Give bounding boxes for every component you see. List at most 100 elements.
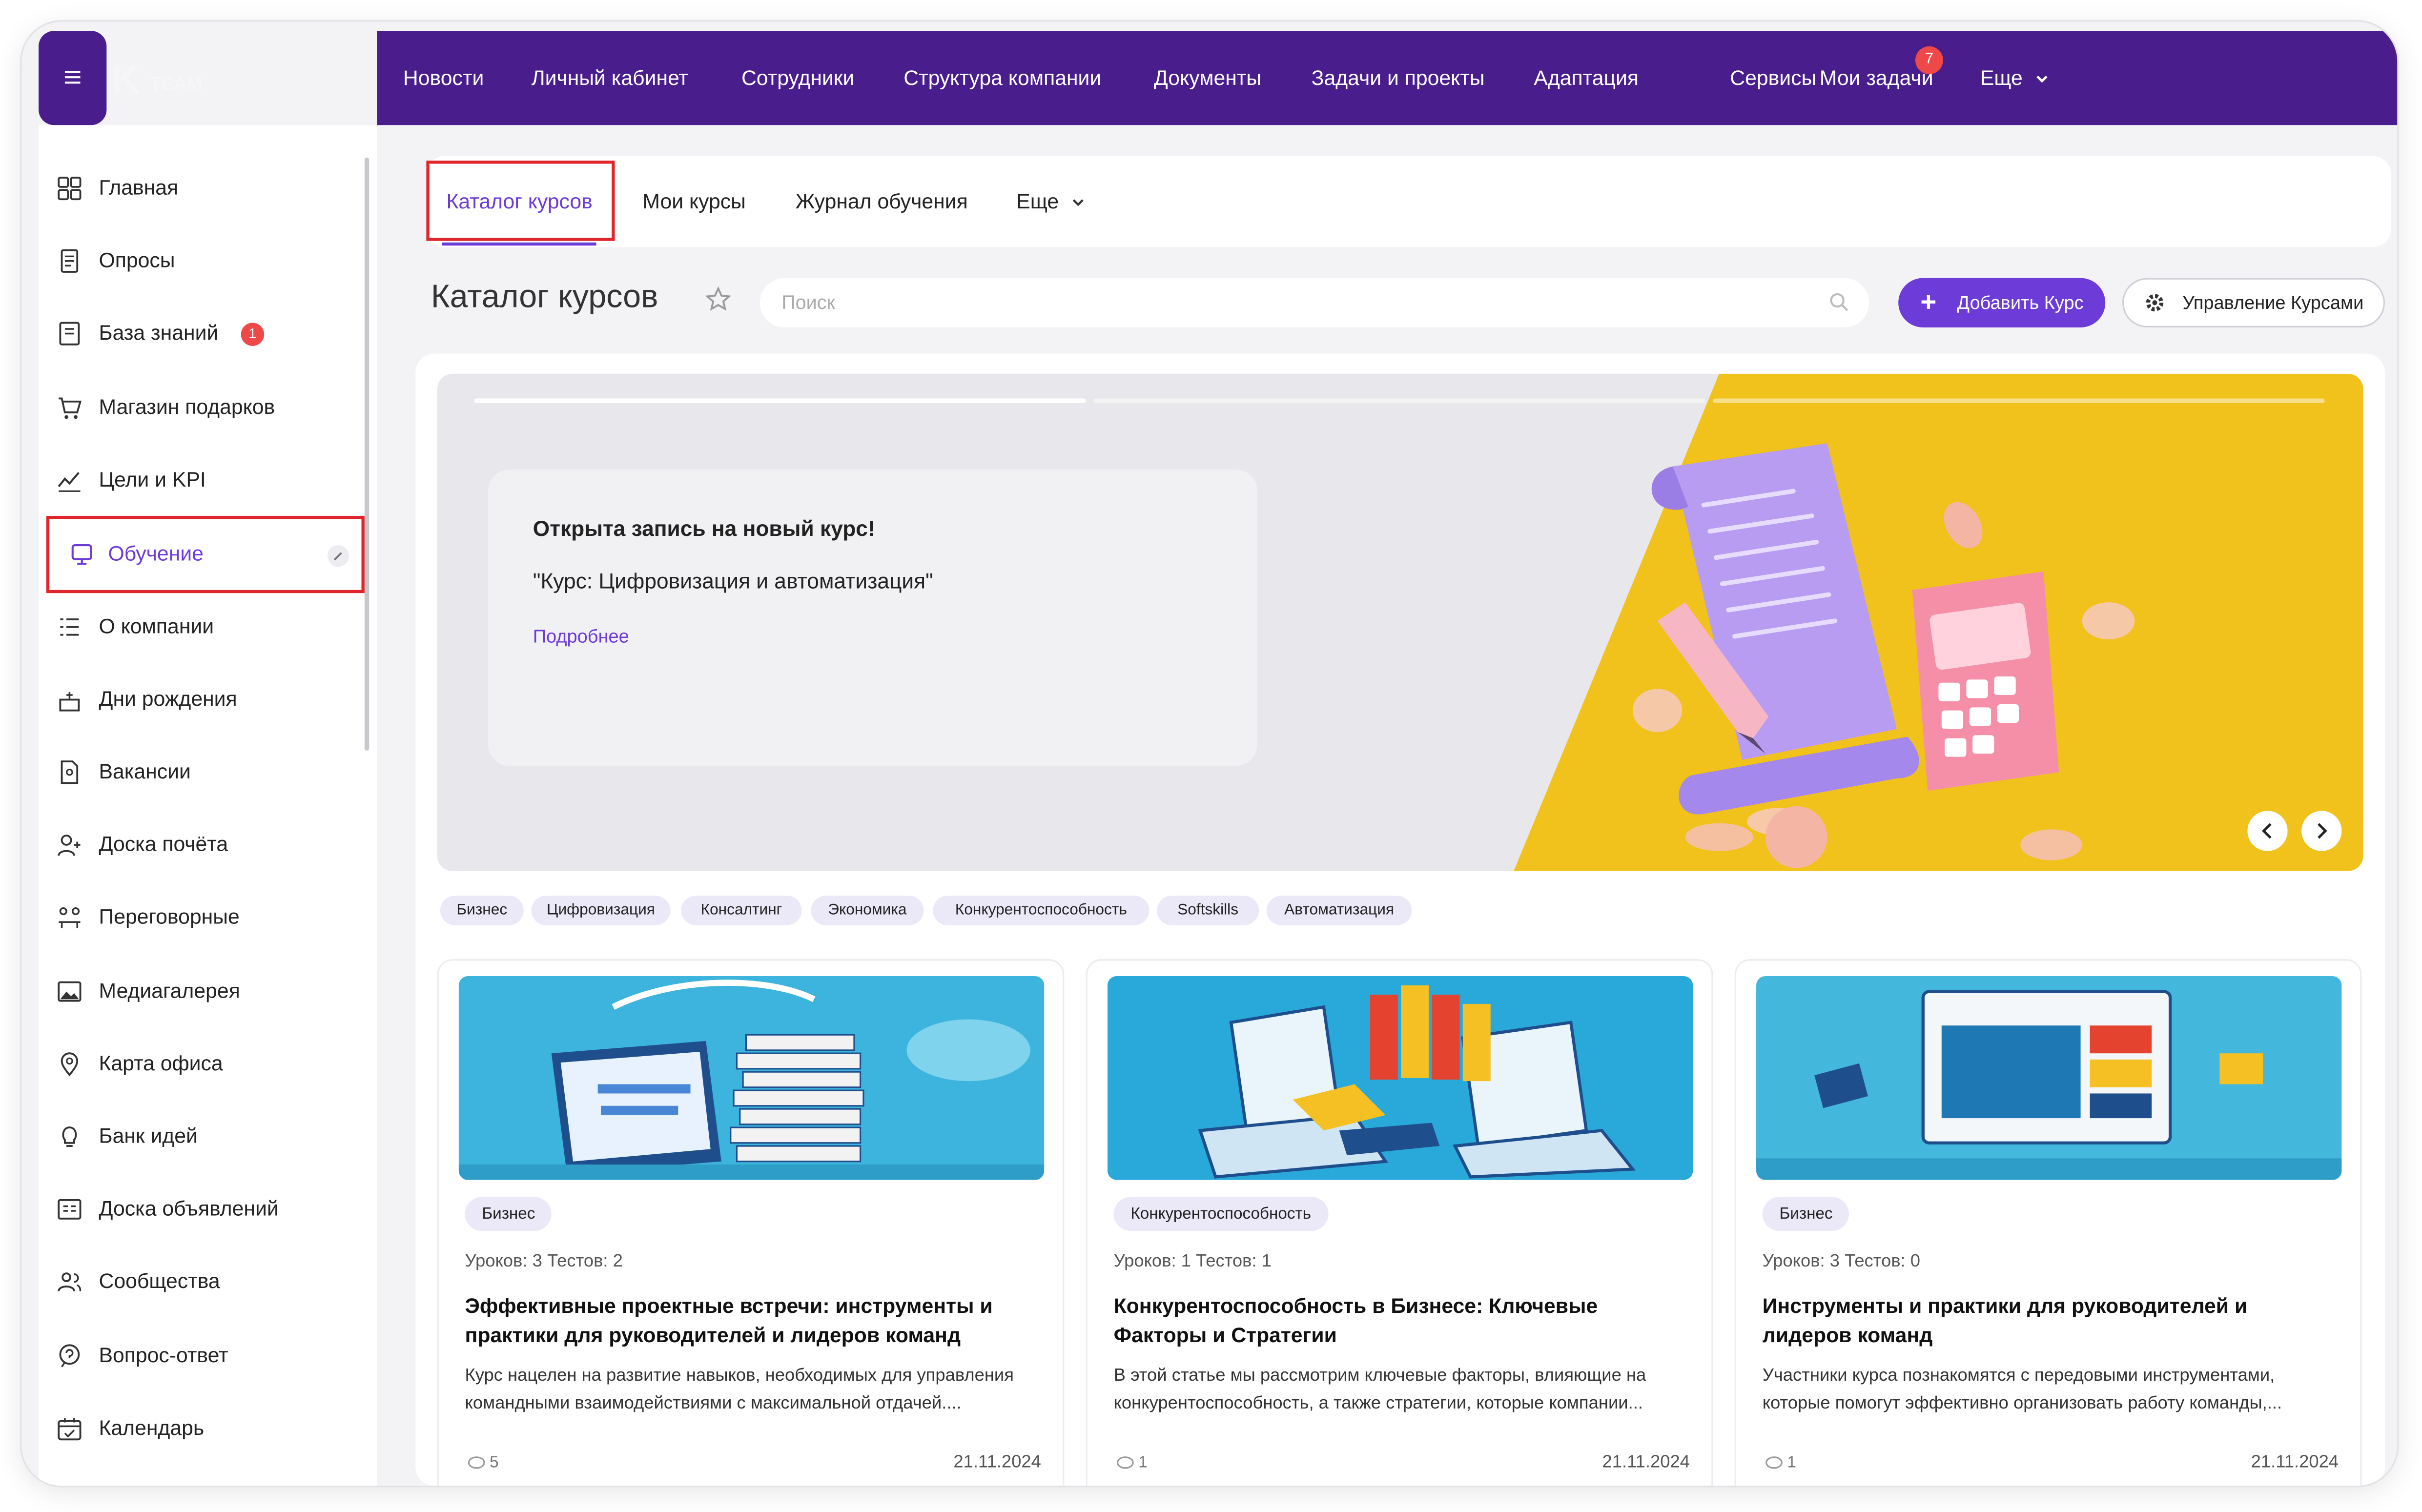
sidebar-item-calendar[interactable]: Календарь	[39, 1399, 377, 1461]
course-title[interactable]: Эффективные проектные встречи: инструмен…	[465, 1291, 1040, 1350]
sidebar-item-birthdays[interactable]: Дни рождения	[39, 670, 377, 732]
sidebar-item-label: Вопрос-ответ	[99, 1344, 228, 1367]
filter-tag-consulting[interactable]: Консалтинг	[681, 896, 802, 925]
nav-documents[interactable]: Документы	[1154, 31, 1261, 125]
meeting-icon	[59, 907, 81, 928]
sidebar-item-knowledge-base[interactable]: База знаний 1	[39, 304, 377, 366]
filter-tag-economics[interactable]: Экономика	[811, 896, 924, 925]
sidebar-item-media-gallery[interactable]: Медиагалерея	[39, 962, 377, 1024]
filter-tag-digitalization[interactable]: Цифровизация	[531, 896, 671, 925]
promo-banner[interactable]: Открыта запись на новый курс! "Курс: Циф…	[437, 373, 2363, 871]
tab-more[interactable]: Еще	[1016, 156, 1086, 247]
sidebar-item-surveys[interactable]: Опросы	[39, 232, 377, 294]
sidebar-item-home[interactable]: Главная	[39, 159, 377, 221]
carousel-next-button[interactable]	[2301, 811, 2342, 851]
sidebar-item-about-company[interactable]: О компании	[39, 598, 377, 660]
chevron-right-icon	[2318, 823, 2327, 839]
filter-tag-softskills[interactable]: Softskills	[1157, 896, 1259, 925]
tab-bar: Каталог курсов Мои курсы Журнал обучения…	[426, 156, 2391, 247]
manage-courses-button[interactable]: Управление Курсами	[2122, 278, 2385, 327]
catalog-panel: Открыта запись на новый курс! "Курс: Циф…	[415, 353, 2385, 1486]
course-image	[1756, 976, 2342, 1180]
sidebar-item-qa[interactable]: Вопрос-ответ	[39, 1327, 377, 1389]
add-course-label: Добавить Курс	[1957, 292, 2084, 314]
nav-company-structure[interactable]: Структура компании	[903, 31, 1101, 125]
lightbulb-icon	[62, 1126, 77, 1147]
logo-text: TEAM	[149, 73, 203, 95]
sidebar-item-goals-kpi[interactable]: Цели и KPI	[39, 451, 377, 513]
views-count: 5	[490, 1453, 499, 1472]
list-icon	[60, 618, 79, 636]
nav-tasks-projects[interactable]: Задачи и проекты	[1312, 31, 1485, 125]
nav-personal-cabinet[interactable]: Личный кабинет	[532, 31, 688, 125]
home-grid-icon	[58, 177, 82, 201]
search-input[interactable]: Поиск	[759, 278, 1869, 327]
gear-icon	[2146, 294, 2164, 311]
chevron-down-icon	[2037, 76, 2048, 83]
sidebar-item-meeting-rooms[interactable]: Переговорные	[39, 888, 377, 950]
tab-learning-journal[interactable]: Журнал обучения	[796, 156, 968, 247]
hamburger-menu-button[interactable]	[39, 31, 106, 125]
cake-icon	[59, 692, 80, 712]
carousel-prev-button[interactable]	[2247, 811, 2288, 851]
nav-my-tasks[interactable]: Мои задачи	[1820, 31, 1933, 125]
eye-icon	[1765, 1456, 1783, 1470]
sidebar-item-label: Доска почёта	[99, 832, 228, 856]
add-course-button[interactable]: Добавить Курс	[1898, 278, 2106, 327]
sidebar-item-gift-shop[interactable]: Магазин подарков	[39, 378, 377, 440]
nav-services[interactable]: Сервисы	[1730, 31, 1816, 125]
page-title: Каталог курсов	[431, 279, 658, 315]
course-card[interactable]: Бизнес Уроков: 3 Тестов: 0 Инструменты и…	[1734, 959, 2362, 1486]
sidebar: Главная Опросы База знаний 1 Магазин под…	[39, 125, 377, 1486]
course-card[interactable]: Бизнес Уроков: 3 Тестов: 2 Эффективные п…	[437, 959, 1065, 1486]
slide-indicator-3[interactable]	[1713, 398, 2325, 403]
active-tab-underline	[442, 242, 596, 246]
filter-tag-business[interactable]: Бизнес	[440, 896, 524, 925]
nav-employees[interactable]: Сотрудники	[741, 31, 854, 125]
course-image	[458, 976, 1045, 1180]
course-meta: Уроков: 3 Тестов: 0	[1762, 1252, 1921, 1271]
sidebar-item-office-map[interactable]: Карта офиса	[39, 1035, 377, 1097]
eye-icon	[1116, 1456, 1134, 1470]
course-description: В этой статье мы рассмотрим ключевые фак…	[1113, 1367, 1646, 1413]
sidebar-item-label: Карта офиса	[99, 1052, 223, 1075]
manage-courses-label: Управление Курсами	[2182, 292, 2364, 314]
tasks-count-badge: 7	[1915, 46, 1943, 74]
sidebar-item-honor-board[interactable]: Доска почёта	[39, 816, 377, 878]
course-card[interactable]: Конкурентоспособность Уроков: 1 Тестов: …	[1086, 959, 1713, 1486]
filter-tag-competitiveness[interactable]: Конкурентоспособность	[933, 896, 1149, 925]
course-tag: Конкурентоспособность	[1113, 1197, 1328, 1231]
promo-heading: Открыта запись на новый курс!	[533, 515, 875, 541]
sidebar-item-label: О компании	[99, 614, 214, 638]
kpi-icon	[58, 471, 81, 492]
course-views: 5	[468, 1453, 499, 1472]
nav-news[interactable]: Новости	[403, 31, 484, 125]
sidebar-item-label: Переговорные	[99, 905, 240, 928]
sidebar-item-communities[interactable]: Сообщества	[39, 1252, 377, 1314]
course-date: 21.11.2024	[953, 1453, 1041, 1472]
course-meta: Уроков: 3 Тестов: 2	[465, 1252, 623, 1271]
sidebar-item-bulletin-board[interactable]: Доска объявлений	[39, 1180, 377, 1242]
course-title[interactable]: Конкурентоспособность в Бизнесе: Ключевы…	[1114, 1291, 1688, 1350]
sidebar-scrollbar[interactable]	[364, 157, 369, 751]
course-title[interactable]: Инструменты и практики для руководителей…	[1763, 1291, 2337, 1350]
tab-my-courses[interactable]: Мои курсы	[642, 156, 745, 247]
slide-indicator-2[interactable]	[1093, 398, 1705, 403]
main-content: Каталог курсов Мои курсы Журнал обучения…	[377, 125, 2398, 1486]
course-views: 1	[1765, 1453, 1796, 1472]
chevron-down-icon	[1073, 200, 1084, 207]
sidebar-item-vacancies[interactable]: Вакансии	[39, 743, 377, 805]
promo-course-name: "Курс: Цифровизация и автоматизация"	[533, 568, 933, 593]
course-description: Курс нацелен на развитие навыков, необхо…	[465, 1367, 1014, 1413]
nav-more[interactable]: Еще	[1980, 31, 2050, 125]
promo-more-link[interactable]: Подробнее	[533, 626, 629, 647]
knowledge-badge: 1	[241, 323, 265, 346]
sidebar-item-idea-bank[interactable]: Банк идей	[39, 1107, 377, 1169]
tab-more-label: Еще	[1016, 190, 1059, 213]
filter-tag-automation[interactable]: Автоматизация	[1266, 896, 1412, 925]
favorite-star-icon[interactable]	[704, 286, 732, 313]
nav-adaptation[interactable]: Адаптация	[1534, 31, 1639, 125]
slide-indicator-1[interactable]	[474, 398, 1086, 403]
sidebar-item-label: Банк идей	[99, 1124, 198, 1148]
eye-icon	[468, 1456, 485, 1470]
